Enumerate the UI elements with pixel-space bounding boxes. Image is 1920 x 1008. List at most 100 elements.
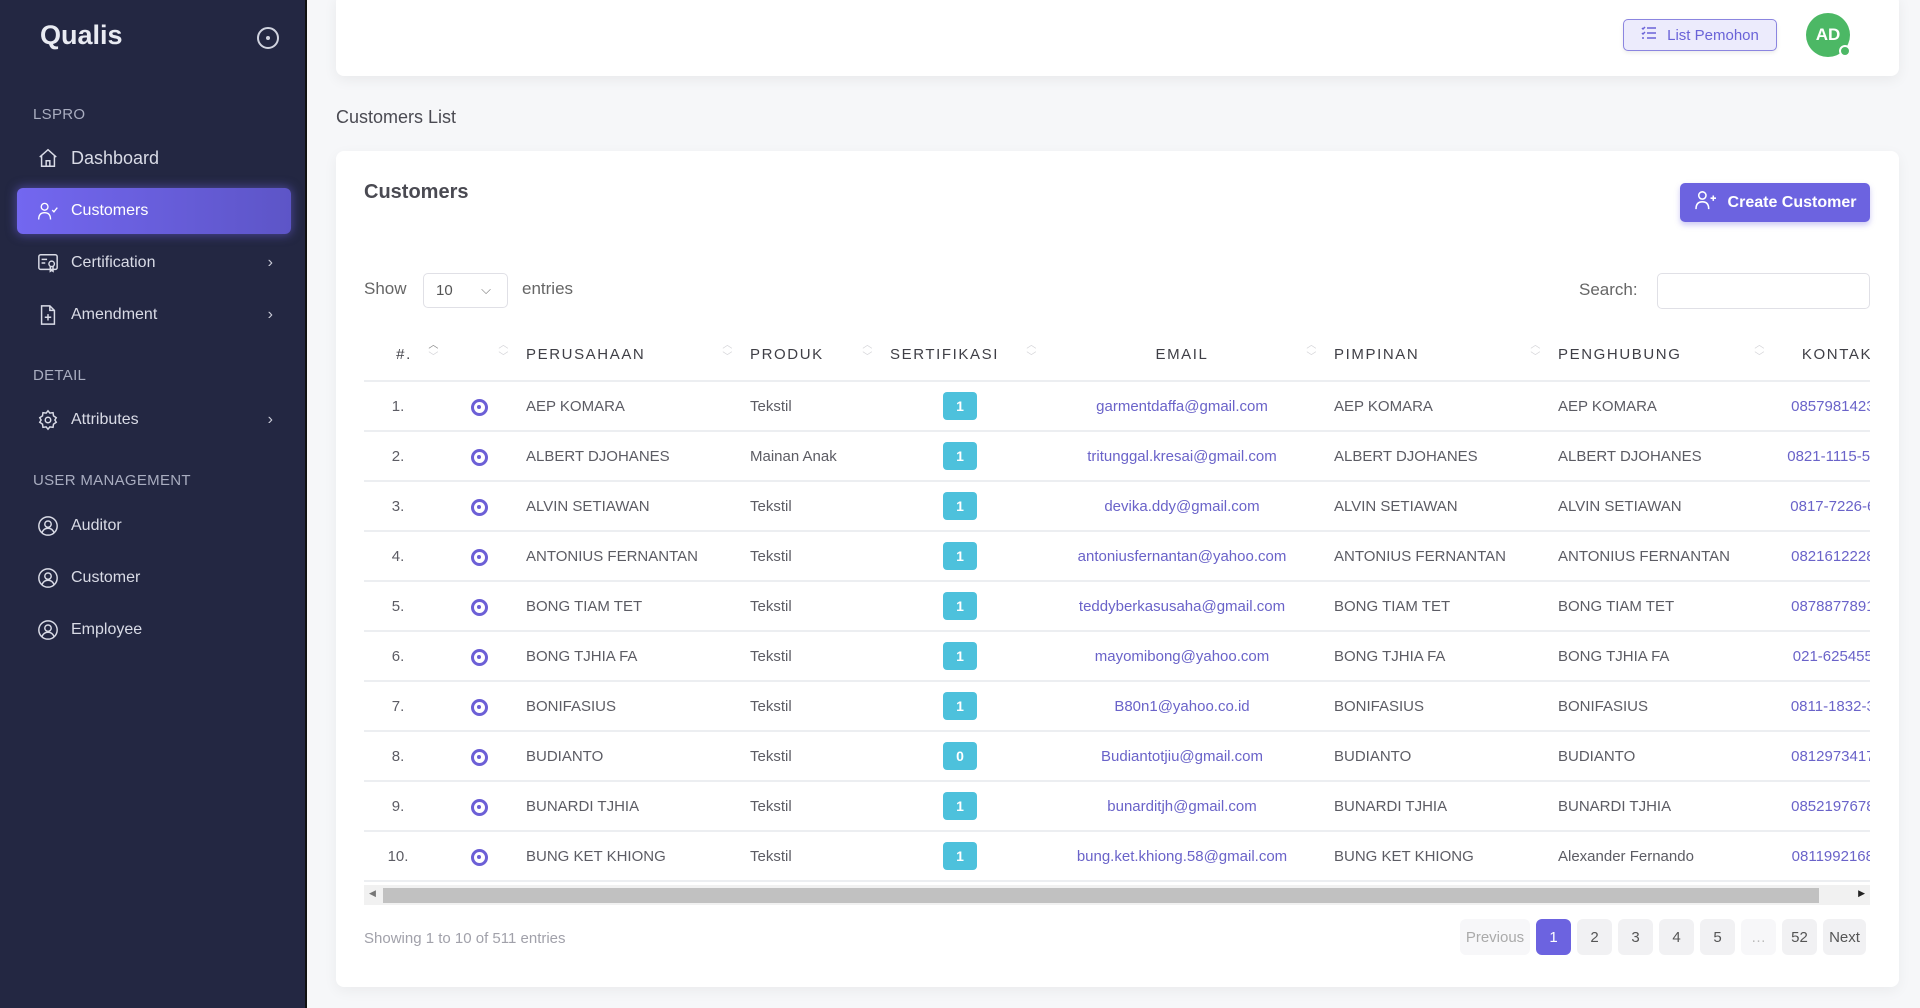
- column-header-produk[interactable]: PRODUK ︿ ﹀: [738, 329, 878, 382]
- user-circle-icon: [37, 515, 59, 537]
- sidebar-item-employee[interactable]: Employee: [17, 607, 291, 653]
- sidebar-item-customer[interactable]: Customer: [17, 555, 291, 601]
- cell-kontak[interactable]: 08579814233: [1770, 381, 1870, 432]
- cell-perusahaan: ALBERT DJOHANES: [514, 431, 738, 482]
- scroll-left-icon[interactable]: ◀: [369, 888, 376, 899]
- cell-email[interactable]: B80n1@yahoo.co.id: [1042, 681, 1322, 732]
- sidebar-item-label: Auditor: [71, 517, 122, 534]
- cell-action: [444, 581, 514, 632]
- eye-icon[interactable]: [470, 398, 488, 416]
- brand-logo[interactable]: Qualis: [40, 20, 123, 51]
- cell-kontak[interactable]: 08521976788: [1770, 781, 1870, 832]
- pagination-page[interactable]: 3: [1618, 919, 1653, 955]
- sort-icon[interactable]: ︿ ﹀: [428, 340, 440, 364]
- cell-kontak[interactable]: 08129734171: [1770, 731, 1870, 782]
- sidebar-item-certification[interactable]: Certification ›: [17, 240, 291, 286]
- pagination-page[interactable]: 5: [1700, 919, 1735, 955]
- cell-kontak[interactable]: 08216122288: [1770, 531, 1870, 582]
- sort-icon[interactable]: ︿ ﹀: [1026, 340, 1038, 364]
- create-customer-button[interactable]: Create Customer: [1680, 183, 1870, 222]
- sort-icon[interactable]: ︿ ﹀: [1754, 340, 1766, 364]
- cell-email[interactable]: bung.ket.khiong.58@gmail.com: [1042, 831, 1322, 882]
- eye-icon[interactable]: [470, 548, 488, 566]
- cell-kontak[interactable]: 0811-1832-36: [1770, 681, 1870, 732]
- cell-email[interactable]: Budiantotjiu@gmail.com: [1042, 731, 1322, 782]
- cell-penghubung: BUNARDI TJHIA: [1546, 781, 1770, 832]
- pagination-page[interactable]: 4: [1659, 919, 1694, 955]
- sort-icon[interactable]: ︿ ﹀: [1530, 340, 1542, 364]
- sort-icon[interactable]: ︿ ﹀: [862, 340, 874, 364]
- sidebar-item-dashboard[interactable]: Dashboard: [17, 135, 291, 181]
- pagination-page[interactable]: 2: [1577, 919, 1612, 955]
- cell-email[interactable]: antoniusfernantan@yahoo.com: [1042, 531, 1322, 582]
- eye-icon[interactable]: [470, 648, 488, 666]
- sidebar-item-customers[interactable]: Customers: [17, 188, 291, 234]
- column-header-kontak[interactable]: KONTAK: [1770, 329, 1870, 382]
- cell-no: 1.: [364, 381, 444, 432]
- cell-kontak[interactable]: 0821-1115-556: [1770, 431, 1870, 482]
- scrollbar-thumb[interactable]: [383, 888, 1819, 903]
- certification-count-badge: 1: [943, 492, 977, 520]
- scroll-right-icon[interactable]: ▶: [1858, 888, 1865, 899]
- cell-perusahaan: BONG TJHIA FA: [514, 631, 738, 682]
- cell-kontak[interactable]: 021-6254551: [1770, 631, 1870, 682]
- cell-kontak[interactable]: 08788778918: [1770, 581, 1870, 632]
- search-input[interactable]: [1657, 273, 1870, 309]
- cell-produk: Tekstil: [738, 681, 878, 732]
- table-row: 5. BONG TIAM TET Tekstil 1 teddyberkasusaha@…: [364, 581, 1870, 632]
- cell-sertifikasi: 1: [878, 631, 1042, 682]
- eye-icon[interactable]: [470, 798, 488, 816]
- column-header-pimpinan[interactable]: PIMPINAN ︿ ﹀: [1322, 329, 1546, 382]
- cell-sertifikasi: 1: [878, 831, 1042, 882]
- pagination-page[interactable]: 1: [1536, 919, 1571, 955]
- column-header-sertifikasi[interactable]: SERTIFIKASI ︿ ﹀: [878, 329, 1042, 382]
- cell-sertifikasi: 1: [878, 431, 1042, 482]
- column-header-penghubung[interactable]: PENGHUBUNG ︿ ﹀: [1546, 329, 1770, 382]
- cell-no: 10.: [364, 831, 444, 882]
- eye-icon[interactable]: [470, 748, 488, 766]
- cell-pimpinan: ANTONIUS FERNANTAN: [1322, 531, 1546, 582]
- sidebar-item-label: Certification: [71, 254, 156, 271]
- cell-email[interactable]: devika.ddy@gmail.com: [1042, 481, 1322, 532]
- cell-no: 3.: [364, 481, 444, 532]
- page-size-select[interactable]: 10 ⌵: [423, 273, 508, 308]
- eye-icon[interactable]: [470, 598, 488, 616]
- eye-icon[interactable]: [470, 498, 488, 516]
- sort-icon[interactable]: ︿ ﹀: [722, 340, 734, 364]
- sort-icon[interactable]: ︿ ﹀: [1306, 340, 1318, 364]
- cell-email[interactable]: teddyberkasusaha@gmail.com: [1042, 581, 1322, 632]
- cell-email[interactable]: garmentdaffa@gmail.com: [1042, 381, 1322, 432]
- user-circle-icon: [37, 567, 59, 589]
- table-row: 8. BUDIANTO Tekstil 0 Budiantotjiu@gmail.com…: [364, 731, 1870, 782]
- column-header-email[interactable]: EMAIL ︿ ﹀: [1042, 329, 1322, 382]
- sidebar-item-amendment[interactable]: Amendment ›: [17, 292, 291, 338]
- section-label-user-management: USER MANAGEMENT: [33, 472, 191, 489]
- eye-icon[interactable]: [470, 698, 488, 716]
- chevron-right-icon: ›: [267, 411, 273, 428]
- sidebar-item-label: Customer: [71, 569, 141, 586]
- list-pemohon-button[interactable]: List Pemohon: [1623, 19, 1777, 51]
- sidebar-item-label: Dashboard: [71, 147, 160, 168]
- sidebar-item-auditor[interactable]: Auditor: [17, 503, 291, 549]
- cell-email[interactable]: tritunggal.kresai@gmail.com: [1042, 431, 1322, 482]
- sidebar-toggle-icon[interactable]: [257, 27, 279, 49]
- cell-kontak[interactable]: 0817-7226-69: [1770, 481, 1870, 532]
- user-avatar[interactable]: AD: [1806, 13, 1851, 57]
- sidebar-item-attributes[interactable]: Attributes ›: [17, 397, 291, 443]
- column-header-perusahaan[interactable]: PERUSAHAAN ︿ ﹀: [514, 329, 738, 382]
- eye-icon[interactable]: [470, 848, 488, 866]
- home-icon: [37, 147, 59, 169]
- cell-email[interactable]: bunarditjh@gmail.com: [1042, 781, 1322, 832]
- pagination-page[interactable]: 52: [1782, 919, 1817, 955]
- eye-icon[interactable]: [470, 448, 488, 466]
- cell-email[interactable]: mayomibong@yahoo.com: [1042, 631, 1322, 682]
- cell-perusahaan: BUNARDI TJHIA: [514, 781, 738, 832]
- cell-kontak[interactable]: 08119921686: [1770, 831, 1870, 882]
- column-header-no[interactable]: #. ︿ ﹀: [364, 329, 444, 382]
- cell-penghubung: ANTONIUS FERNANTAN: [1546, 531, 1770, 582]
- sort-icon[interactable]: ︿ ﹀: [498, 340, 510, 364]
- pagination-next[interactable]: Next: [1823, 919, 1866, 955]
- column-header-action[interactable]: ︿ ﹀: [444, 329, 514, 382]
- pagination-previous[interactable]: Previous: [1460, 919, 1530, 955]
- horizontal-scrollbar[interactable]: ◀ ▶: [364, 885, 1870, 905]
